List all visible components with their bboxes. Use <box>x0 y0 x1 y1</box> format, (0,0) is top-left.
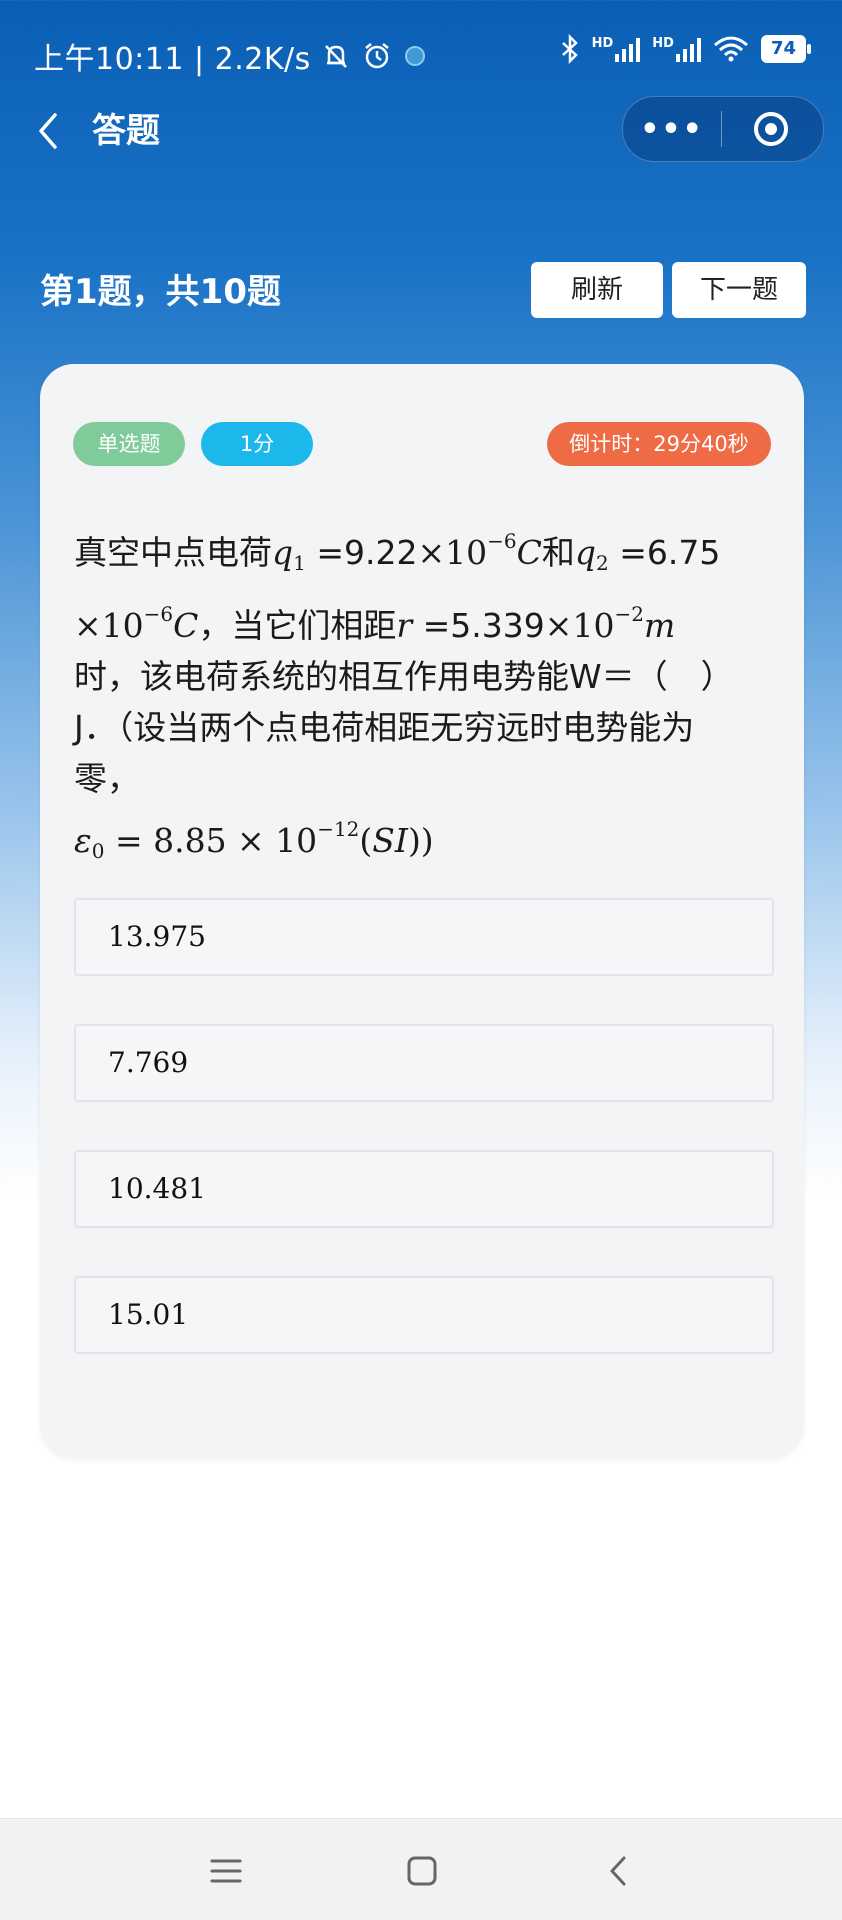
question-line-2: ×10−6C，当它们相距r =5.339×10−2m <box>74 589 774 651</box>
system-back-button[interactable] <box>594 1847 642 1895</box>
q-text-part: ，当它们相距 <box>198 606 397 645</box>
q-text-part: =6.75 <box>608 533 721 572</box>
q-text-part: ( <box>359 821 373 860</box>
q-text-part: = 8.85 × 10 <box>104 821 318 860</box>
q-exp: −2 <box>614 602 644 626</box>
hd-label-2: HD <box>652 36 674 51</box>
answer-option-label: 10.481 <box>108 1172 206 1205</box>
q-text-part: 和 <box>541 533 575 572</box>
question-line-4: J．（设当两个点电荷相距无穷远时电势能为 <box>74 708 695 747</box>
question-progress: 第1题，共10题 <box>40 272 281 312</box>
target-icon <box>754 112 788 146</box>
status-right: HD HD 74 <box>560 34 812 64</box>
home-square-icon <box>407 1856 437 1886</box>
question-line-3: 时，该电荷系统的相互作用电势能W＝（ ） <box>74 657 734 696</box>
answer-option-label: 13.975 <box>108 920 206 953</box>
status-time-speed: 上午10:11 | 2.2K/s <box>34 42 311 77</box>
q-exp: −6 <box>143 602 174 626</box>
countdown-timer: 倒计时：29分40秒 <box>547 422 771 466</box>
signal-1: HD <box>592 36 641 62</box>
mute-bell-icon <box>324 45 347 68</box>
answer-option-4[interactable]: 15.01 <box>74 1276 774 1354</box>
q-text-part: )) <box>407 821 434 860</box>
answer-option-3[interactable]: 10.481 <box>74 1150 774 1228</box>
battery-indicator: 74 <box>760 35 812 63</box>
chevron-left-icon <box>39 113 57 149</box>
answer-option-2[interactable]: 7.769 <box>74 1024 774 1102</box>
q-var-r: r <box>396 606 413 645</box>
question-line-5: 零， <box>74 759 140 798</box>
q-times: × <box>544 606 573 645</box>
question-type-tag: 单选题 <box>73 422 185 466</box>
menu-icon <box>210 1859 242 1883</box>
q-var-SI: SI <box>372 821 408 860</box>
wifi-icon <box>713 36 748 62</box>
q-times: × <box>417 533 446 572</box>
q-var-m: m <box>643 606 676 645</box>
hd-label-1: HD <box>591 36 614 51</box>
q-sub-0: 0 <box>91 839 105 863</box>
q-var-epsilon: ε <box>74 821 92 860</box>
home-button[interactable] <box>398 1847 446 1895</box>
q-text-part: 真空中点电荷 <box>74 533 272 572</box>
q-times: × <box>74 606 102 645</box>
q-sub-1: 1 <box>293 551 306 575</box>
signal-bars-1-icon <box>615 36 641 62</box>
q-ten: 10 <box>572 606 615 645</box>
system-nav-bar <box>0 1818 842 1920</box>
refresh-button[interactable]: 刷新 <box>531 262 663 318</box>
back-icon <box>610 1856 626 1886</box>
q-var-C: C <box>173 606 199 645</box>
app-notification-icon <box>404 46 425 66</box>
mini-program-capsule: ••• <box>622 96 824 162</box>
question-line-6: ε0 = 8.85 × 10−12(SI)) <box>74 804 774 877</box>
q-sub-2: 2 <box>596 551 609 575</box>
answer-option-1[interactable]: 13.975 <box>74 898 774 976</box>
question-card: 单选题 1分 倒计时：29分40秒 真空中点电荷q1 =9.22×10−6C和q… <box>40 364 804 1458</box>
question-line-1: 真空中点电荷q1 =9.22×10−6C和q2 =6.75 <box>74 516 774 589</box>
q-var-q1: q <box>272 533 294 572</box>
more-dots-icon: ••• <box>640 111 704 147</box>
signal-bars-2-icon <box>675 36 701 62</box>
score-tag: 1分 <box>201 422 313 466</box>
page-title: 答题 <box>92 111 160 151</box>
q-ten: 10 <box>445 533 488 572</box>
close-mini-program-button[interactable] <box>722 109 820 149</box>
more-button[interactable]: ••• <box>623 112 721 147</box>
question-header: 第1题，共10题 刷新 下一题 <box>0 262 842 322</box>
q-ten: 10 <box>101 606 144 645</box>
q-exp: −12 <box>317 817 360 841</box>
answer-option-label: 15.01 <box>108 1298 189 1331</box>
q-var-C: C <box>516 533 542 572</box>
nav-bar: 答题 ••• <box>0 96 842 166</box>
alarm-clock-icon <box>364 43 389 69</box>
answer-option-label: 7.769 <box>108 1046 189 1079</box>
next-question-button[interactable]: 下一题 <box>672 262 806 318</box>
question-text: 真空中点电荷q1 =9.22×10−6C和q2 =6.75 ×10−6C，当它们… <box>74 516 774 877</box>
q-text-part: =5.339 <box>412 606 545 645</box>
q-exp: −6 <box>487 529 517 553</box>
bluetooth-icon <box>561 34 578 64</box>
status-left: 上午10:11 | 2.2K/s <box>34 34 427 78</box>
q-text-part: =9.22 <box>305 533 418 572</box>
back-button[interactable] <box>28 106 68 156</box>
status-bar: 上午10:11 | 2.2K/s HD HD 74 <box>0 0 842 104</box>
recent-apps-button[interactable] <box>202 1847 250 1895</box>
q-var-q2: q <box>574 533 596 572</box>
signal-2: HD <box>652 36 701 62</box>
